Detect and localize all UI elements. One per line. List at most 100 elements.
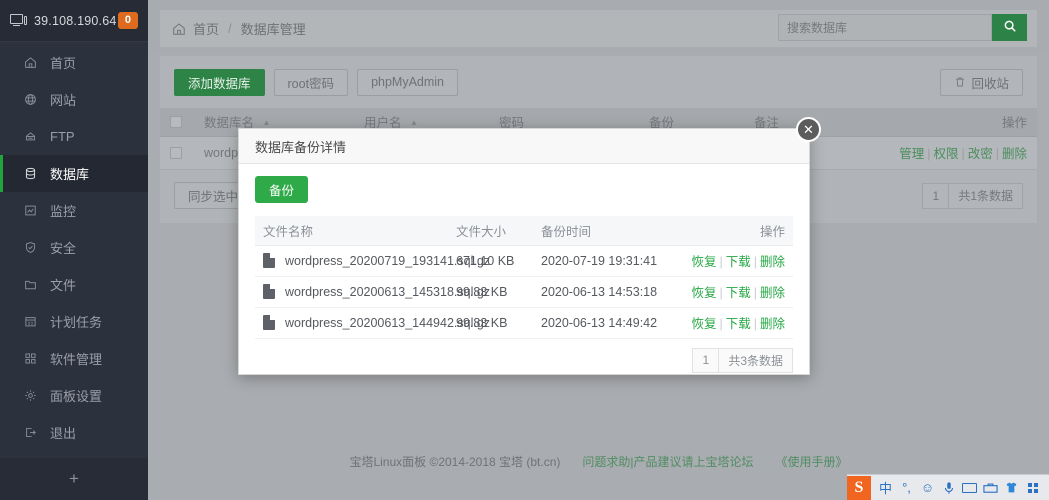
total-records: 共1条数据 [949, 182, 1023, 209]
change-password-link[interactable]: 改密 [968, 147, 993, 161]
column-actions: 操作 [683, 216, 793, 246]
sogou-logo-icon[interactable]: S [847, 475, 871, 500]
cell-backuptime: 2020-07-19 19:31:41 [533, 245, 683, 277]
download-link[interactable]: 下载 [726, 317, 751, 331]
apps-icon [22, 352, 39, 365]
table-row: wordpress_20200613_144942.sql.gz 99.83 K… [255, 307, 793, 339]
ime-punctuation-icon[interactable]: °, [896, 477, 917, 499]
table-row: wordpress_20200613_145318.sql.gz 99.83 K… [255, 276, 793, 308]
sidebar-item-label: 软件管理 [50, 352, 103, 367]
ime-skin-icon[interactable] [1001, 477, 1022, 499]
row-checkbox[interactable] [170, 147, 182, 160]
gear-icon [22, 389, 39, 402]
sidebar-header: 39.108.190.64 0 [0, 0, 148, 42]
sidebar-item-software[interactable]: 软件管理 [0, 340, 148, 377]
column-filename: 文件名称 [255, 216, 448, 246]
delete-link[interactable]: 删除 [760, 317, 785, 331]
table-pagination: 1 共1条数据 [922, 182, 1023, 209]
bt-panel-screen: 39.108.190.64 0 首页 网站 FTP 数据库 监控 安全 文件 计… [0, 0, 1049, 500]
privilege-link[interactable]: 权限 [933, 147, 958, 161]
sidebar-item-label: 计划任务 [50, 315, 103, 330]
restore-link[interactable]: 恢复 [691, 255, 716, 269]
recycle-bin-label: 回收站 [971, 76, 1009, 91]
download-link[interactable]: 下载 [726, 255, 751, 269]
recycle-bin-button[interactable]: 回收站 [940, 68, 1023, 96]
sidebar-item-settings[interactable]: 面板设置 [0, 377, 148, 414]
root-password-button[interactable]: root密码 [273, 68, 349, 96]
server-ip: 39.108.190.64 [34, 13, 117, 28]
sidebar-item-home[interactable]: 首页 [0, 44, 148, 81]
sidebar-item-monitor[interactable]: 监控 [0, 192, 148, 229]
sidebar-item-label: FTP [50, 129, 75, 144]
sidebar-item-cron[interactable]: 计划任务 [0, 303, 148, 340]
ime-mode-icon[interactable]: 中 [875, 477, 896, 499]
manage-link[interactable]: 管理 [899, 147, 924, 161]
cell-filesize: 99.83 KB [448, 307, 533, 339]
footer-manual-link[interactable]: 《使用手册》 [776, 453, 848, 470]
backup-detail-modal: ✕ 数据库备份详情 备份 文件名称 文件大小 备份时间 操作 wordpress… [238, 117, 821, 375]
sidebar-item-label: 首页 [50, 56, 77, 71]
cell-actions: 恢复 | 下载 | 删除 [683, 307, 793, 339]
cell-filename: wordpress_20200613_144942.sql.gz [255, 307, 490, 339]
search-box [778, 14, 1027, 41]
select-all-header[interactable] [160, 108, 194, 137]
phpmyadmin-button[interactable]: phpMyAdmin [357, 68, 459, 96]
restore-link[interactable]: 恢复 [691, 286, 716, 300]
footer-copyright: 宝塔Linux面板 ©2014-2018 宝塔 (bt.cn) [349, 454, 561, 469]
backup-files-table: 文件名称 文件大小 备份时间 操作 wordpress_20200719_193… [255, 216, 793, 339]
sidebar-item-security[interactable]: 安全 [0, 229, 148, 266]
select-all-checkbox[interactable] [170, 116, 182, 129]
home-icon [172, 22, 186, 36]
delete-link[interactable]: 删除 [760, 255, 785, 269]
page-footer: 宝塔Linux面板 ©2014-2018 宝塔 (bt.cn) 问题求助|产品建… [148, 448, 1049, 474]
sidebar: 39.108.190.64 0 首页 网站 FTP 数据库 监控 安全 文件 计… [0, 0, 148, 500]
trash-icon [954, 76, 966, 88]
sort-asc-icon: ▲ [262, 118, 271, 128]
logout-icon [22, 426, 39, 439]
search-button[interactable] [992, 14, 1027, 41]
sidebar-add-button[interactable]: + [0, 458, 148, 500]
search-input[interactable] [778, 14, 992, 41]
column-filesize: 文件大小 [448, 216, 533, 246]
sidebar-item-ftp[interactable]: FTP [0, 118, 148, 155]
breadcrumb-current: 数据库管理 [240, 22, 306, 37]
sidebar-item-label: 文件 [50, 278, 77, 293]
modal-body: 备份 文件名称 文件大小 备份时间 操作 wordpress_20200719_… [239, 164, 809, 373]
breadcrumb-home[interactable]: 首页 [193, 19, 219, 38]
restore-link[interactable]: 恢复 [691, 317, 716, 331]
cell-backuptime: 2020-06-13 14:53:18 [533, 276, 683, 308]
sidebar-item-logout[interactable]: 退出 [0, 414, 148, 451]
panel-toolbar: 添加数据库 root密码 phpMyAdmin 回收站 [160, 56, 1037, 108]
footer-forum-link[interactable]: 问题求助|产品建议请上宝塔论坛 [582, 453, 753, 470]
download-link[interactable]: 下载 [726, 286, 751, 300]
ime-emoji-icon[interactable]: ☺ [917, 477, 938, 499]
file-icon [263, 253, 275, 268]
monitor-icon [10, 13, 27, 28]
delete-link[interactable]: 删除 [760, 286, 785, 300]
cell-actions: 管理 | 权限 | 改密 | 删除 [887, 136, 1037, 170]
sidebar-item-website[interactable]: 网站 [0, 81, 148, 118]
globe-icon [22, 93, 39, 106]
ime-keyboard-icon[interactable] [959, 477, 980, 499]
ftp-icon [22, 130, 39, 143]
ime-toolbox-icon[interactable] [980, 477, 1001, 499]
ime-microphone-icon[interactable] [938, 477, 959, 499]
page-number[interactable]: 1 [922, 182, 950, 209]
backup-button[interactable]: 备份 [255, 176, 309, 203]
sidebar-item-database[interactable]: 数据库 [0, 155, 148, 192]
home-icon [22, 56, 39, 69]
sidebar-item-label: 数据库 [50, 167, 90, 182]
add-database-button[interactable]: 添加数据库 [174, 68, 265, 96]
total-records: 共3条数据 [719, 347, 793, 373]
close-icon[interactable]: ✕ [796, 117, 821, 142]
delete-link[interactable]: 删除 [1002, 147, 1027, 161]
notification-badge[interactable]: 0 [117, 12, 138, 29]
row-select-cell[interactable] [160, 136, 194, 170]
ime-apps-icon[interactable] [1022, 477, 1043, 499]
page-number[interactable]: 1 [692, 347, 720, 373]
modal-pagination: 1 共3条数据 [255, 347, 793, 373]
breadcrumb-separator: / [228, 21, 232, 36]
sidebar-item-label: 安全 [50, 241, 77, 256]
database-icon [22, 167, 39, 180]
sidebar-item-files[interactable]: 文件 [0, 266, 148, 303]
